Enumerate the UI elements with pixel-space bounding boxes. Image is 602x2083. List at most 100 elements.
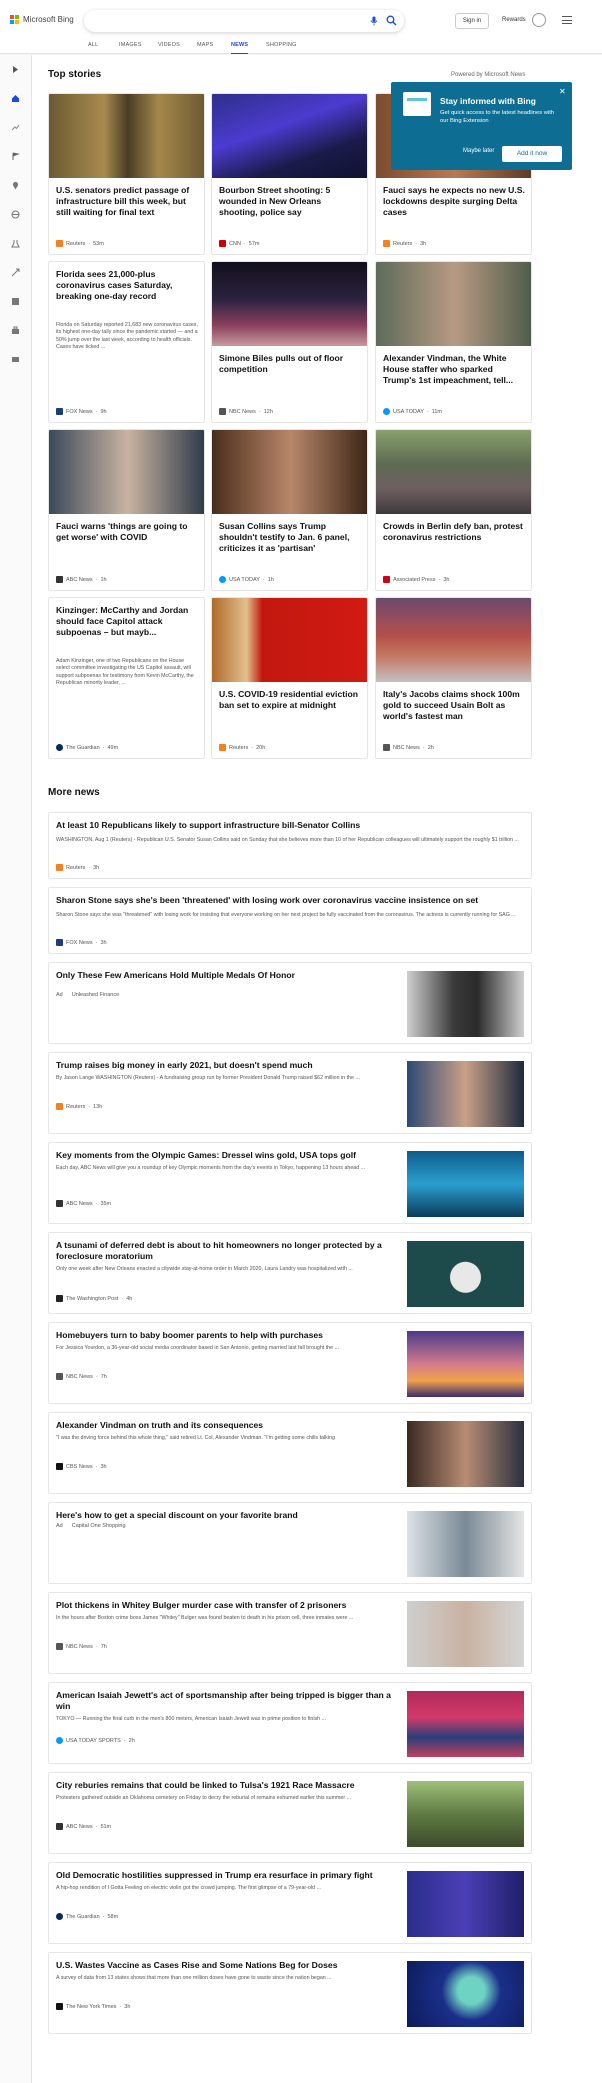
news-image — [407, 1061, 524, 1127]
news-title[interactable]: Old Democratic hostilities suppressed in… — [56, 1870, 396, 1881]
trending-icon[interactable] — [11, 123, 20, 132]
sports-icon[interactable] — [11, 268, 20, 277]
ad-badge: Ad — [56, 1523, 63, 1529]
hamburger-menu-icon[interactable] — [562, 16, 572, 24]
close-icon[interactable]: ✕ — [559, 87, 566, 96]
news-item[interactable]: Homebuyers turn to baby boomer parents t… — [48, 1322, 532, 1404]
story-title[interactable]: Fauci says he expects no new U.S. lockdo… — [383, 185, 526, 217]
news-item[interactable]: A tsunami of deferred debt is about to h… — [48, 1232, 532, 1314]
news-item-ad[interactable]: Here's how to get a special discount on … — [48, 1502, 532, 1584]
news-snippet: A hip-hop rendition of I Gotta Feeling o… — [56, 1885, 321, 1891]
news-snippet: Only one week after New Orleans enacted … — [56, 1266, 353, 1272]
news-snippet: A survey of data from 13 states shows th… — [56, 1975, 332, 1981]
search-icon[interactable] — [386, 15, 397, 26]
story-title[interactable]: Crowds in Berlin defy ban, protest coron… — [383, 521, 526, 543]
news-item[interactable]: Alexander Vindman on truth and its conse… — [48, 1412, 532, 1494]
story-title[interactable]: Alexander Vindman, the White House staff… — [383, 353, 526, 385]
nav-news[interactable]: NEWS — [231, 42, 249, 54]
news-title[interactable]: Here's how to get a special discount on … — [56, 1510, 396, 1521]
story-title[interactable]: U.S. senators predict passage of infrast… — [56, 185, 199, 217]
nav-maps[interactable]: MAPS — [197, 42, 213, 54]
rewards-trophy-icon[interactable] — [532, 13, 546, 27]
location-pin-icon[interactable] — [11, 181, 20, 190]
news-title[interactable]: Plot thickens in Whitey Bulger murder ca… — [56, 1600, 396, 1611]
nav-videos[interactable]: VIDEOS — [158, 42, 180, 54]
story-title[interactable]: Italy's Jacobs claims shock 100m gold to… — [383, 689, 526, 721]
story-card[interactable]: Susan Collins says Trump shouldn't testi… — [211, 429, 368, 591]
news-item[interactable]: Sharon Stone says she's been 'threatened… — [48, 887, 532, 954]
story-title[interactable]: Bourbon Street shooting: 5 wounded in Ne… — [219, 185, 362, 217]
rewards-label[interactable]: Rewards — [502, 17, 526, 23]
story-card[interactable]: Italy's Jacobs claims shock 100m gold to… — [375, 597, 532, 759]
news-title[interactable]: Homebuyers turn to baby boomer parents t… — [56, 1330, 396, 1341]
news-item[interactable]: U.S. Wastes Vaccine as Cases Rise and So… — [48, 1952, 532, 2034]
money-icon[interactable] — [11, 355, 20, 364]
news-title[interactable]: Only These Few Americans Hold Multiple M… — [56, 970, 396, 981]
nav-all[interactable]: ALL — [88, 42, 98, 54]
search-scope-nav: ALL IMAGES VIDEOS MAPS NEWS SHOPPING — [0, 40, 602, 54]
story-title[interactable]: Susan Collins says Trump shouldn't testi… — [219, 521, 362, 553]
news-title[interactable]: Trump raises big money in early 2021, bu… — [56, 1060, 396, 1071]
business-icon[interactable] — [11, 326, 20, 335]
story-title[interactable]: Simone Biles pulls out of floor competit… — [219, 353, 362, 375]
news-source: The New York Times · 3h — [56, 2003, 130, 2010]
story-card[interactable]: Kinzinger: McCarthy and Jordan should fa… — [48, 597, 205, 759]
globe-icon[interactable] — [11, 210, 20, 219]
extension-illustration-icon — [403, 92, 431, 116]
news-snippet: TOKYO — Running the final curb in the me… — [56, 1716, 327, 1722]
home-icon[interactable] — [11, 94, 20, 103]
story-card[interactable]: Bourbon Street shooting: 5 wounded in Ne… — [211, 93, 368, 255]
nav-images[interactable]: IMAGES — [119, 42, 142, 54]
story-card[interactable]: Simone Biles pulls out of floor competit… — [211, 261, 368, 423]
entertainment-icon[interactable] — [11, 297, 20, 306]
story-card[interactable]: U.S. COVID-19 residential eviction ban s… — [211, 597, 368, 759]
add-it-now-button[interactable]: Add it now — [502, 146, 562, 162]
usa-today-logo-icon — [219, 576, 226, 583]
story-title[interactable]: Florida sees 21,000-plus coronavirus cas… — [56, 269, 199, 301]
news-title[interactable]: City reburies remains that could be link… — [56, 1780, 396, 1791]
news-source: NBC News · 7h — [56, 1643, 107, 1650]
news-item[interactable]: City reburies remains that could be link… — [48, 1772, 532, 1854]
reuters-logo-icon — [56, 1103, 63, 1110]
story-title[interactable]: U.S. COVID-19 residential eviction ban s… — [219, 689, 362, 711]
news-item[interactable]: Plot thickens in Whitey Bulger murder ca… — [48, 1592, 532, 1674]
bing-logo[interactable]: Microsoft Bing — [10, 15, 74, 24]
nav-shopping[interactable]: SHOPPING — [266, 42, 297, 54]
news-title[interactable]: Sharon Stone says she's been 'threatened… — [56, 895, 526, 906]
news-title[interactable]: Alexander Vindman on truth and its conse… — [56, 1420, 396, 1431]
sign-in-button[interactable]: Sign in — [455, 13, 489, 29]
maybe-later-button[interactable]: Maybe later — [463, 148, 494, 154]
search-input[interactable] — [84, 10, 404, 32]
news-item-ad[interactable]: Only These Few Americans Hold Multiple M… — [48, 962, 532, 1044]
news-title[interactable]: At least 10 Republicans likely to suppor… — [56, 820, 526, 831]
story-card[interactable]: Crowds in Berlin defy ban, protest coron… — [375, 429, 532, 591]
news-item[interactable]: At least 10 Republicans likely to suppor… — [48, 812, 532, 879]
news-item[interactable]: American Isaiah Jewett's act of sportsma… — [48, 1682, 532, 1764]
news-title[interactable]: U.S. Wastes Vaccine as Cases Rise and So… — [56, 1960, 396, 1971]
news-item[interactable]: Key moments from the Olympic Games: Dres… — [48, 1142, 532, 1224]
science-icon[interactable] — [11, 239, 20, 248]
abc-news-logo-icon — [56, 576, 63, 583]
logo-text: Microsoft Bing — [23, 15, 74, 24]
story-card[interactable]: U.S. senators predict passage of infrast… — [48, 93, 205, 255]
news-item[interactable]: Old Democratic hostilities suppressed in… — [48, 1862, 532, 1944]
story-card[interactable]: Florida sees 21,000-plus coronavirus cas… — [48, 261, 205, 423]
story-title[interactable]: Fauci warns 'things are going to get wor… — [56, 521, 199, 543]
news-title[interactable]: Key moments from the Olympic Games: Dres… — [56, 1150, 396, 1161]
news-snippet: Sharon Stone says she was "threatened" w… — [56, 912, 516, 918]
news-image — [407, 1511, 524, 1577]
story-source: CNN · 57m — [219, 240, 259, 247]
story-title[interactable]: Kinzinger: McCarthy and Jordan should fa… — [56, 605, 199, 637]
news-image — [407, 1421, 524, 1487]
news-item[interactable]: Trump raises big money in early 2021, bu… — [48, 1052, 532, 1134]
flag-icon[interactable] — [11, 152, 20, 161]
microphone-icon[interactable] — [370, 16, 378, 26]
story-card[interactable]: Alexander Vindman, the White House staff… — [375, 261, 532, 423]
news-source: Reuters · 3h — [56, 864, 99, 871]
news-title[interactable]: A tsunami of deferred debt is about to h… — [56, 1240, 396, 1262]
expand-arrow-icon[interactable] — [11, 65, 20, 74]
story-card[interactable]: Fauci warns 'things are going to get wor… — [48, 429, 205, 591]
story-source: The Guardian · 49m — [56, 744, 118, 751]
cnn-logo-icon — [219, 240, 226, 247]
news-title[interactable]: American Isaiah Jewett's act of sportsma… — [56, 1690, 396, 1712]
